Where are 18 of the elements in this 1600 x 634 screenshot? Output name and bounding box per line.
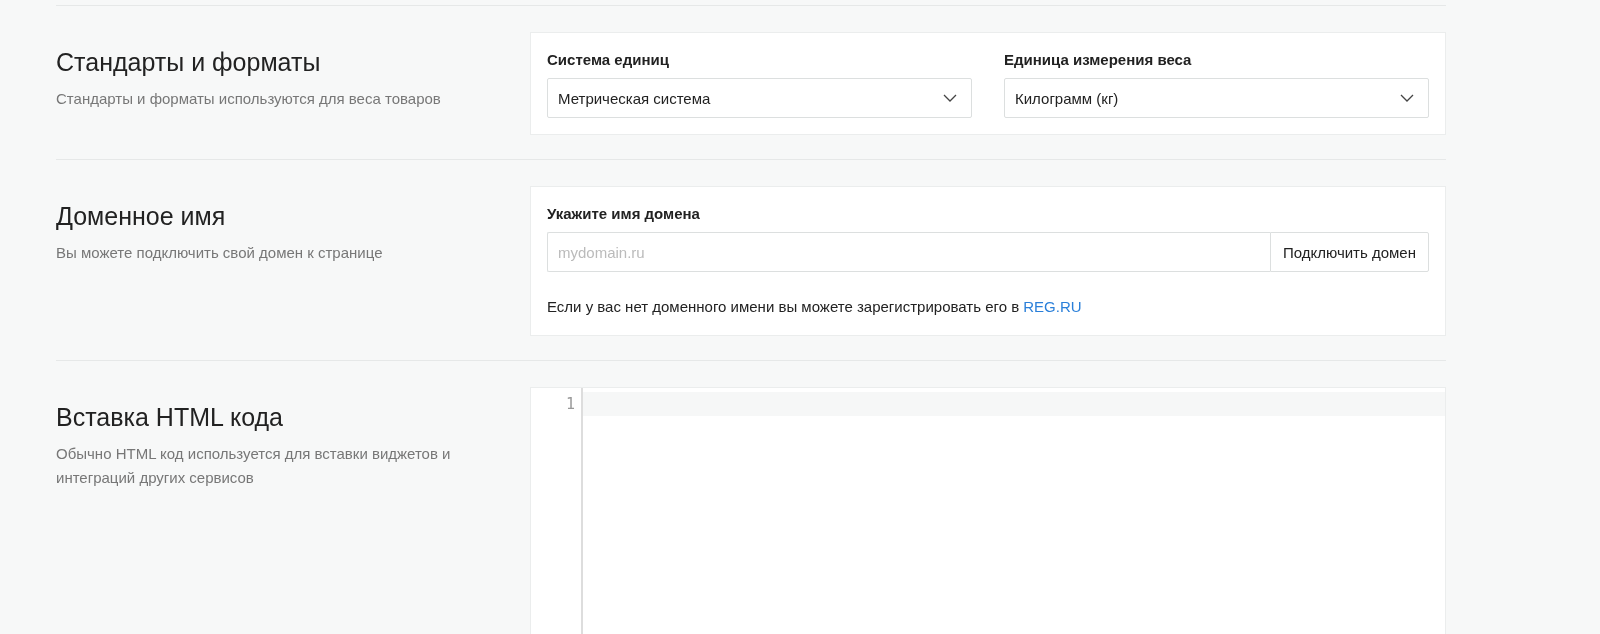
- registrar-link[interactable]: REG.RU: [1023, 298, 1082, 315]
- domain-input-field[interactable]: mydomain.ru: [547, 232, 1270, 272]
- section-description: Стандарты и форматы используются для веса товаров: [56, 89, 442, 109]
- hint-text: Если у вас нет доменного имени вы можете зарегистрировать его в REG.RU: [547, 298, 1083, 315]
- connect-domain-button[interactable]: Подключить домен: [1269, 232, 1429, 272]
- line-number: 1: [564, 394, 576, 414]
- section-title: Вставка HTML кода: [56, 403, 284, 432]
- section-description: Обычно HTML код используется для вставки виджетов и интеграций других сервисов: [56, 444, 452, 488]
- chevron-down-icon: [943, 94, 957, 102]
- field-label: Единица измерения веса: [1004, 51, 1193, 68]
- section-title: Стандарты и форматы: [56, 48, 322, 77]
- field-label: Система единиц: [547, 51, 670, 68]
- section-title: Доменное имя: [56, 202, 227, 231]
- section-description: Вы можете подключить свой домен к странице: [56, 243, 384, 263]
- chevron-down-icon: [1400, 94, 1414, 102]
- field-label: Укажите имя домена: [547, 205, 701, 222]
- select-field[interactable]: Килограмм (кг): [1004, 78, 1429, 118]
- select-field[interactable]: Метрическая система: [547, 78, 972, 118]
